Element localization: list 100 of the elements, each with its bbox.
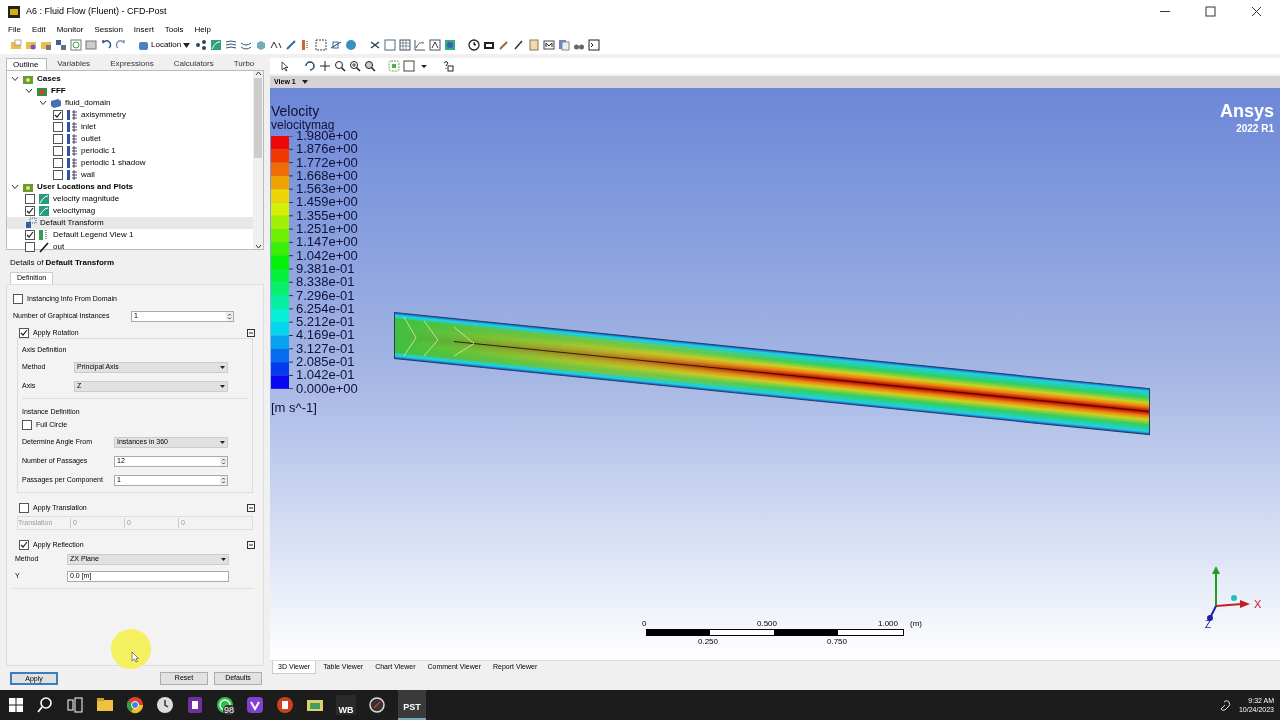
image-icon[interactable] — [85, 39, 97, 51]
panel-tab[interactable]: Expressions — [100, 58, 164, 70]
legend-value: 6.254e-01 — [296, 301, 356, 316]
macro-icon[interactable] — [543, 39, 556, 51]
tree-item[interactable]: outlet — [81, 133, 101, 145]
zoom-icon[interactable] — [334, 60, 346, 72]
location-button[interactable]: Location — [136, 38, 193, 52]
checkbox[interactable] — [53, 134, 63, 144]
chart-icon[interactable] — [414, 39, 427, 51]
checkbox[interactable] — [53, 122, 63, 132]
plane-icon[interactable] — [330, 39, 343, 51]
collapse-icon[interactable] — [247, 541, 255, 550]
timer-icon[interactable] — [156, 696, 174, 714]
checkbox[interactable] — [19, 540, 29, 551]
menu-item[interactable]: Monitor — [56, 23, 84, 36]
cfd-post-app-icon[interactable]: PST — [398, 690, 426, 720]
app-icon[interactable] — [368, 696, 386, 714]
checkbox[interactable] — [19, 327, 29, 338]
scroll-up-icon[interactable] — [254, 71, 262, 76]
menu-item[interactable]: Edit — [31, 23, 46, 36]
panel-tab[interactable]: Outline — [6, 58, 48, 70]
collapse-icon[interactable] — [247, 503, 255, 512]
text-box-icon[interactable] — [429, 39, 442, 51]
tree-item[interactable]: Default Transform — [40, 217, 104, 229]
workbench-app-icon[interactable]: WB — [336, 695, 356, 715]
folder-icon[interactable] — [25, 39, 37, 51]
pan-icon[interactable] — [319, 60, 331, 72]
folder-icon[interactable] — [96, 696, 114, 714]
checkbox[interactable] — [25, 242, 35, 252]
tree-item[interactable]: Cases — [37, 73, 61, 85]
film-icon[interactable] — [483, 39, 496, 51]
checkbox[interactable] — [22, 420, 32, 431]
redo-icon[interactable] — [115, 39, 127, 51]
tree-item[interactable]: Default Legend View 1 — [53, 229, 134, 241]
chat-icon[interactable] — [216, 696, 234, 714]
app-icon[interactable] — [246, 696, 264, 714]
viewport-icon[interactable] — [403, 60, 415, 72]
task-view-icon[interactable] — [66, 696, 84, 714]
menu-item[interactable]: Session — [94, 23, 123, 36]
search-icon[interactable] — [36, 696, 54, 714]
zoom-box-icon[interactable] — [364, 60, 376, 72]
checkbox[interactable] — [25, 194, 35, 204]
fit-view-icon[interactable] — [388, 60, 400, 72]
panel-tab[interactable]: Turbo — [223, 58, 265, 70]
notebook-icon[interactable] — [186, 696, 204, 714]
tree-item[interactable]: axisymmetry — [81, 109, 126, 121]
refresh-icon[interactable] — [70, 39, 82, 51]
scroll-down-icon[interactable] — [254, 244, 262, 249]
checkbox[interactable] — [19, 502, 29, 513]
scrollbar[interactable] — [253, 71, 263, 249]
browser-icon[interactable] — [126, 696, 144, 714]
text-icon[interactable] — [270, 39, 283, 51]
menu-item[interactable]: Help — [194, 23, 211, 36]
network-icon[interactable] — [195, 39, 208, 51]
tree-item[interactable]: periodic 1 shadow — [81, 157, 146, 169]
tree-item[interactable]: wall — [81, 169, 95, 181]
brand-version: 2022 R1 — [1236, 122, 1274, 136]
sphere-icon[interactable] — [345, 39, 358, 51]
swap-icon[interactable] — [369, 39, 382, 51]
menu-item[interactable]: File — [8, 23, 21, 36]
clock-icon[interactable] — [468, 39, 481, 51]
start-icon[interactable] — [8, 697, 24, 713]
probe-icon[interactable] — [513, 39, 526, 51]
rotate-icon[interactable] — [304, 60, 316, 72]
pen-icon[interactable] — [1218, 699, 1231, 711]
tree-item[interactable]: User Locations and Plots — [37, 181, 134, 193]
selected-row-highlight[interactable]: Default Transform — [7, 217, 253, 229]
boundary-icon — [66, 121, 78, 133]
menu-item[interactable]: Insert — [133, 23, 154, 36]
checkbox[interactable] — [53, 146, 63, 156]
streamline-icon[interactable] — [225, 39, 238, 51]
table-icon[interactable] — [399, 39, 412, 51]
tree-item[interactable]: out — [53, 241, 65, 253]
legend-value: 1.042e-01 — [296, 368, 356, 382]
checkbox[interactable] — [25, 230, 35, 240]
report-icon[interactable] — [558, 39, 571, 51]
checkbox[interactable] — [13, 294, 23, 305]
tree-item[interactable]: FFF — [51, 85, 66, 97]
tree-item[interactable]: inlet — [81, 121, 96, 133]
checkbox[interactable] — [53, 110, 63, 120]
tree-item[interactable]: fluid_domain — [65, 97, 111, 109]
undo-icon[interactable] — [100, 39, 112, 51]
panel-tab[interactable]: Variables — [47, 58, 101, 70]
panel-tab[interactable]: Calculators — [163, 58, 224, 70]
checkbox[interactable] — [53, 170, 63, 180]
collapse-icon[interactable] — [247, 328, 255, 337]
zoom-in-icon[interactable] — [349, 60, 361, 72]
slides-icon[interactable] — [276, 696, 294, 714]
checkbox[interactable] — [25, 206, 35, 216]
boundary-icon — [66, 109, 78, 121]
checkbox[interactable] — [53, 158, 63, 168]
tree-item[interactable]: velocitymag — [53, 205, 96, 217]
console-icon[interactable] — [588, 39, 601, 51]
tree-item[interactable]: velocity magnitude — [53, 193, 120, 205]
menu-item[interactable]: Tools — [164, 23, 184, 36]
help-icon[interactable] — [442, 60, 454, 72]
blocks-icon[interactable] — [55, 39, 67, 51]
image-icon[interactable] — [444, 39, 457, 51]
cube-icon — [50, 97, 62, 109]
tree-item[interactable]: periodic 1 — [81, 145, 116, 157]
